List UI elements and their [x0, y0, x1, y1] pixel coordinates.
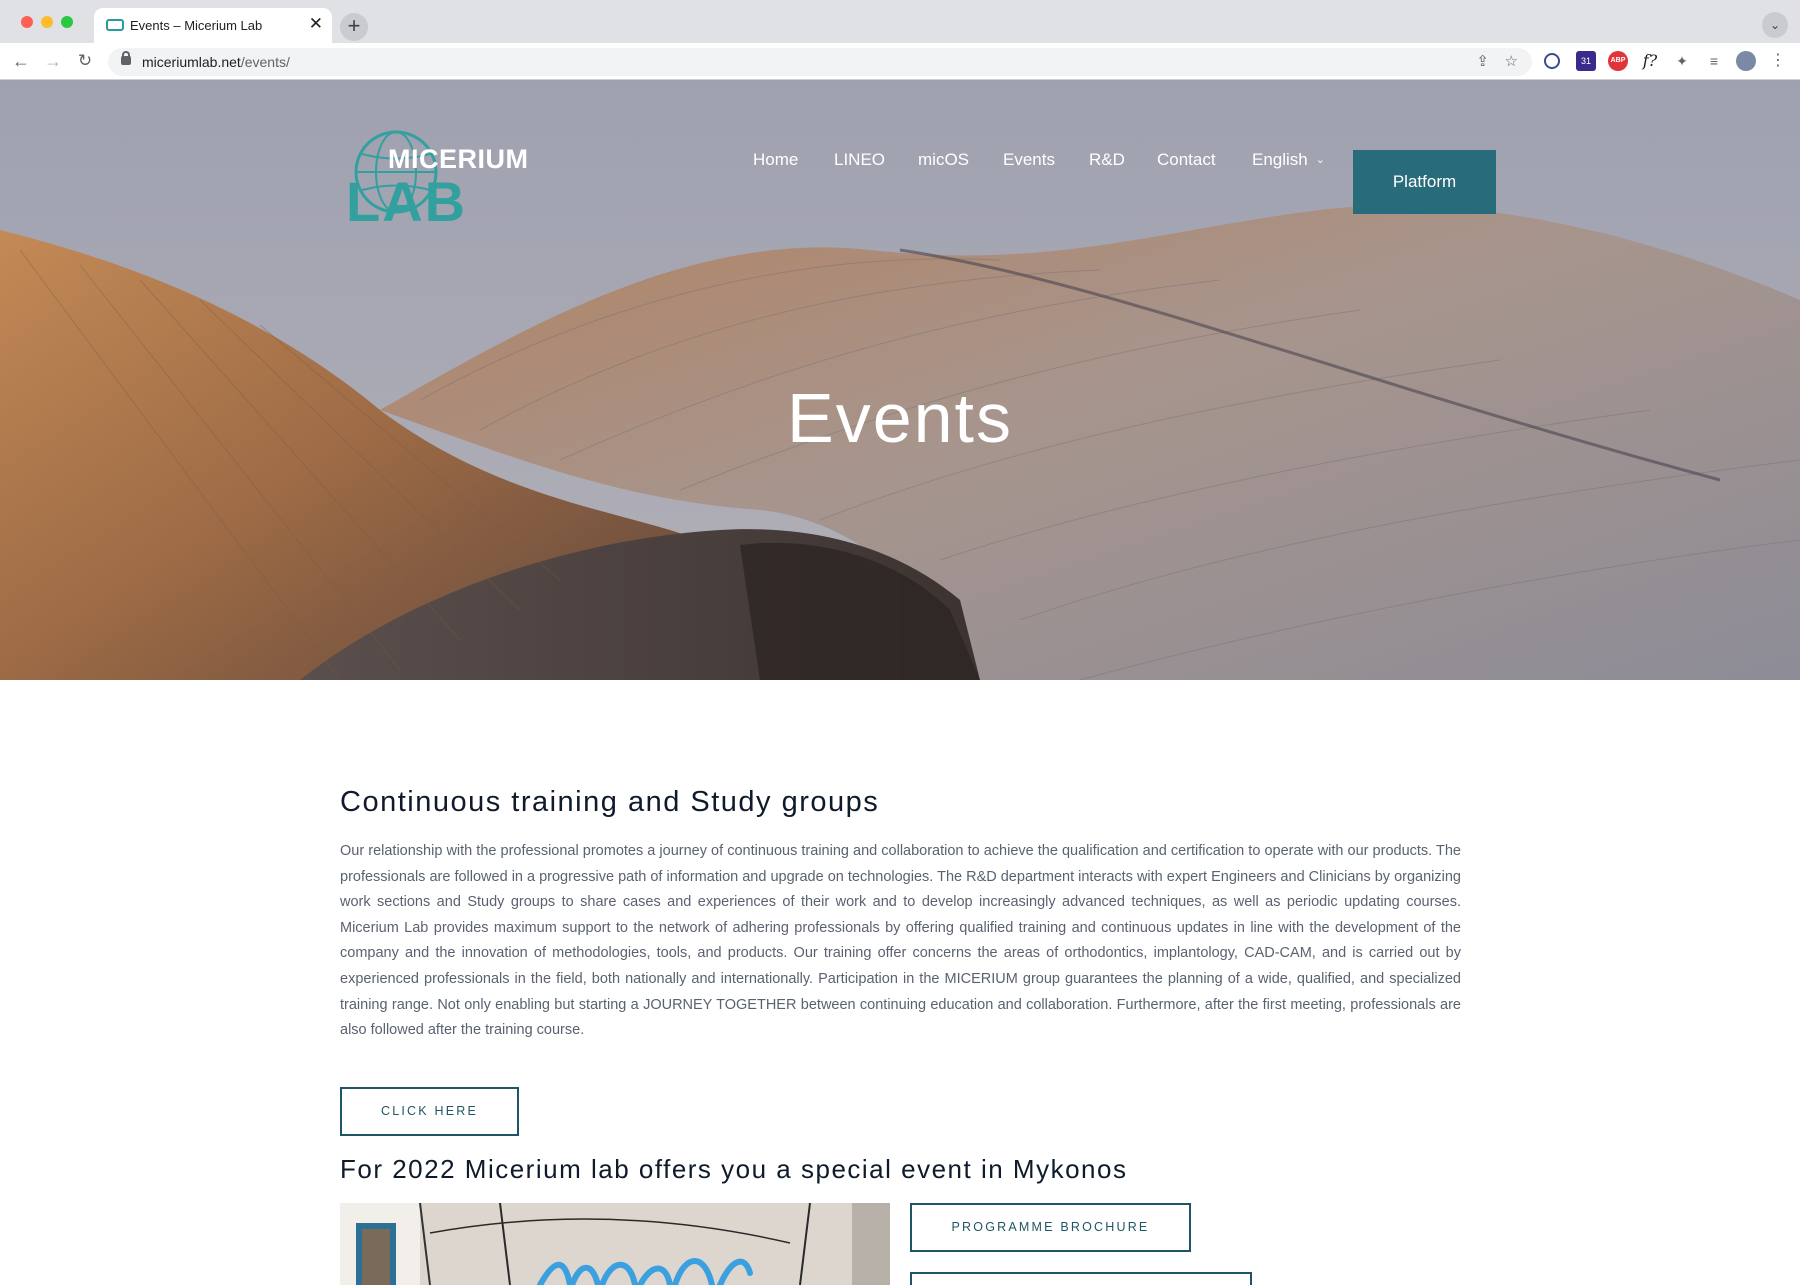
chevron-down-icon: ⌄	[1315, 154, 1325, 166]
training-heading: Continuous training and Study groups	[340, 786, 880, 818]
browser-toolbar: ← → ↻ miceriumlab.net/events/ ⇪ ☆ 31 ABP…	[0, 43, 1800, 80]
tab-search-button[interactable]: ⌄	[1762, 12, 1788, 38]
url-path: /events/	[240, 54, 290, 70]
programme-brochure-button[interactable]: PROGRAMME BROCHURE	[910, 1203, 1191, 1252]
browser-tab-strip: Events – Micerium Lab ✕ + ⌄	[0, 0, 1800, 43]
language-selector[interactable]: English ⌄	[1252, 150, 1325, 170]
nav-contact[interactable]: Contact	[1157, 150, 1216, 170]
tab-title: Events – Micerium Lab	[130, 18, 263, 33]
site-favicon-icon	[106, 19, 124, 31]
url-text[interactable]: miceriumlab.net/events/	[142, 54, 290, 70]
close-window-button[interactable]	[21, 16, 33, 28]
forward-arrow-icon[interactable]: →	[41, 49, 65, 73]
training-body-text: Our relationship with the professional p…	[340, 843, 1461, 1039]
browser-tab[interactable]: Events – Micerium Lab ✕	[94, 8, 332, 43]
nav-rd[interactable]: R&D	[1089, 150, 1125, 170]
nav-home[interactable]: Home	[753, 150, 798, 170]
reload-icon[interactable]: ↻	[73, 49, 97, 73]
back-arrow-icon[interactable]: ←	[9, 49, 33, 73]
bookmark-star-icon[interactable]: ☆	[1505, 52, 1518, 72]
mykonos-heading: For 2022 Micerium lab offers you a speci…	[340, 1154, 1128, 1184]
mykonos-photo-illustration	[340, 1203, 890, 1285]
reading-list-icon[interactable]: ≡	[1704, 51, 1724, 71]
nav-events[interactable]: Events	[1003, 150, 1055, 170]
site-logo[interactable]: MICERIUM LAB	[344, 124, 528, 233]
profile-avatar[interactable]	[1736, 51, 1756, 71]
logo-lab-text: LAB	[346, 170, 468, 233]
lock-icon[interactable]	[121, 51, 131, 65]
blocker-extension-icon[interactable]	[1544, 53, 1560, 69]
adblock-extension-icon[interactable]: ABP	[1608, 51, 1628, 71]
hero-banner: MICERIUM LAB Home LINEO micOS Events R&D…	[0, 80, 1800, 680]
nav-micos[interactable]: micOS	[918, 150, 969, 170]
platform-button[interactable]: Platform	[1353, 150, 1496, 214]
language-label: English	[1252, 150, 1308, 169]
nav-lineo[interactable]: LINEO	[834, 150, 885, 170]
click-here-button[interactable]: CLICK HERE	[340, 1087, 519, 1136]
minimize-window-button[interactable]	[41, 16, 53, 28]
url-host: miceriumlab.net	[142, 54, 241, 70]
font-extension-icon[interactable]: f?	[1640, 51, 1660, 71]
browser-menu-icon[interactable]: ⋮	[1768, 51, 1788, 71]
new-tab-button[interactable]: +	[340, 13, 368, 41]
page-title: Events	[787, 379, 1013, 457]
extensions-puzzle-icon[interactable]: ✦	[1672, 51, 1692, 71]
calendar-extension-icon[interactable]: 31	[1576, 51, 1596, 71]
secondary-event-button[interactable]	[910, 1272, 1252, 1285]
mykonos-event-image[interactable]	[340, 1203, 890, 1285]
share-icon[interactable]: ⇪	[1476, 52, 1489, 72]
address-bar[interactable]: miceriumlab.net/events/ ⇪ ☆	[108, 48, 1532, 76]
maximize-window-button[interactable]	[61, 16, 73, 28]
close-tab-icon[interactable]: ✕	[309, 15, 323, 32]
